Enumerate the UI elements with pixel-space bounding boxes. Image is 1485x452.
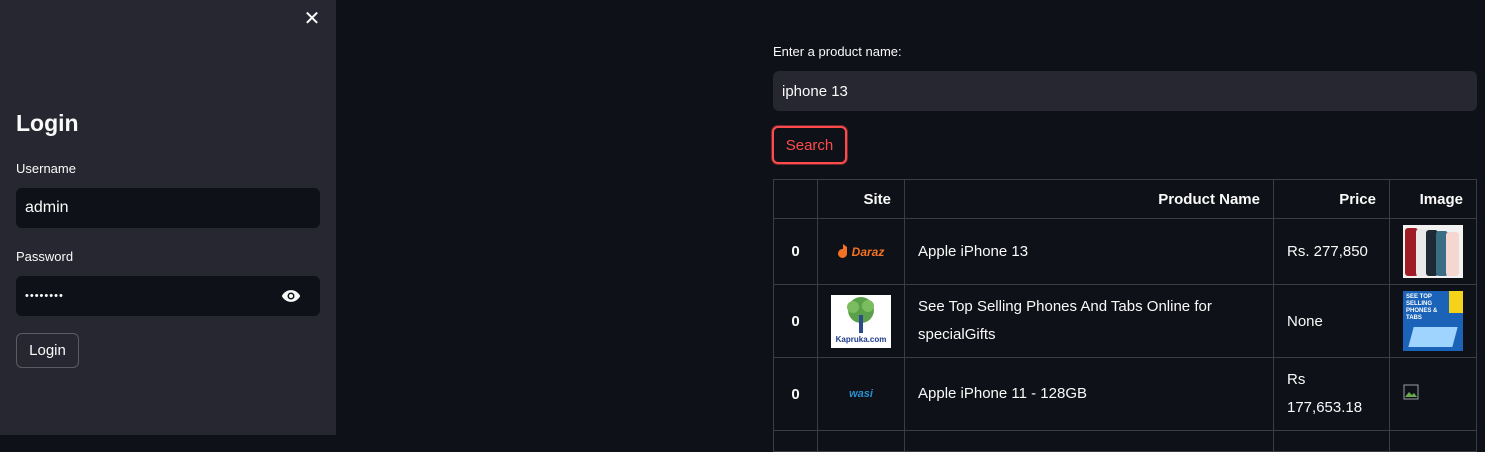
product-price: Rs 177,653.18 — [1273, 357, 1390, 431]
product-name: Apple iPhone 13 — [904, 218, 1274, 285]
product-name: See Top Selling Phones And Tabs Online f… — [904, 284, 1274, 358]
table-row — [773, 430, 1477, 452]
show-password-icon[interactable] — [280, 286, 302, 306]
daraz-logo-icon — [837, 244, 847, 258]
search-input-value: iphone 13 — [782, 82, 848, 100]
header-price: Price — [1273, 179, 1390, 219]
product-name-label: Enter a product name: — [773, 44, 902, 59]
table-header-row: Site Product Name Price Image — [773, 179, 1477, 219]
header-index — [773, 179, 818, 219]
password-label: Password — [16, 249, 74, 264]
product-image — [1389, 357, 1477, 431]
username-field[interactable]: admin — [16, 188, 320, 228]
sidebar: ✕ Login Username admin Password ••••••••… — [0, 0, 336, 435]
table-row: 0 wasi Apple iPhone 11 - 128GB Rs 177,65… — [773, 357, 1477, 431]
login-title: Login — [16, 110, 79, 136]
header-image: Image — [1389, 179, 1477, 219]
login-button[interactable]: Login — [16, 333, 79, 368]
row-index: 0 — [773, 357, 818, 431]
close-sidebar-icon[interactable]: ✕ — [302, 9, 322, 29]
table-row: 0 Daraz Apple iPhone 13 Rs. 277,850 — [773, 218, 1477, 285]
product-price: None — [1273, 284, 1390, 358]
password-value: •••••••• — [25, 290, 64, 302]
iphone-product-image — [1403, 225, 1463, 278]
product-search-input[interactable]: iphone 13 — [773, 71, 1477, 111]
password-field[interactable]: •••••••• — [16, 276, 320, 316]
results-table: Site Product Name Price Image 0 Daraz Ap… — [773, 179, 1477, 452]
table-row: 0 Kapruka.com See Top Selling Phones And… — [773, 284, 1477, 358]
product-image: SEE TOP SELLING PHONES & TABS — [1389, 284, 1477, 358]
site-logo-wasi: wasi — [817, 357, 905, 431]
product-name: Apple iPhone 11 - 128GB — [904, 357, 1274, 431]
product-image — [1389, 218, 1477, 285]
search-button[interactable]: Search — [772, 126, 847, 164]
username-value: admin — [25, 199, 69, 216]
username-label: Username — [16, 161, 76, 176]
header-site: Site — [817, 179, 905, 219]
header-product-name: Product Name — [904, 179, 1274, 219]
product-price: Rs. 277,850 — [1273, 218, 1390, 285]
row-index: 0 — [773, 218, 818, 285]
kapruka-tree-icon — [847, 296, 874, 333]
row-index: 0 — [773, 284, 818, 358]
broken-image-icon — [1403, 384, 1419, 400]
site-logo-daraz: Daraz — [817, 218, 905, 285]
site-logo-kapruka: Kapruka.com — [817, 284, 905, 358]
